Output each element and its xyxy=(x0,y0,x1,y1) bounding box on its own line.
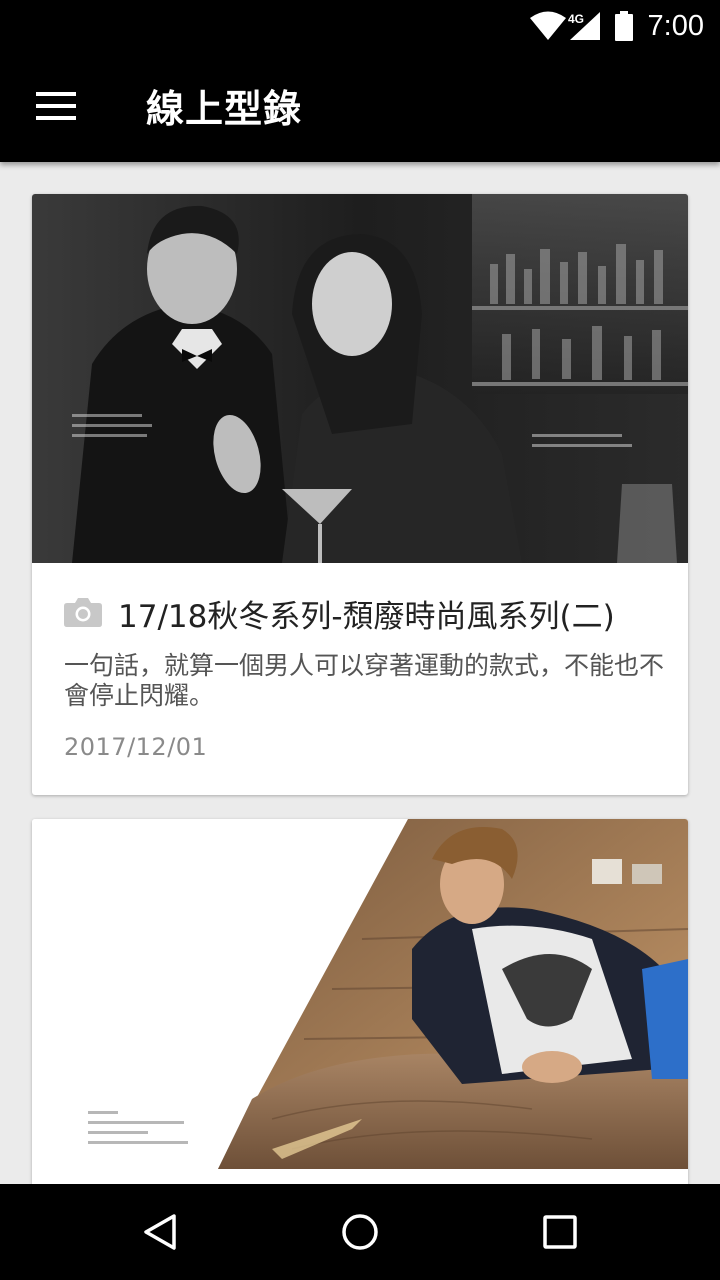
catalog-cover-image[interactable] xyxy=(32,819,688,1169)
clock: 7:00 xyxy=(647,9,704,42)
catalog-date: 2017/12/01 xyxy=(64,733,208,761)
bar-couple-photo xyxy=(32,194,688,563)
home-button[interactable] xyxy=(320,1202,400,1262)
battery-icon xyxy=(614,11,633,41)
catalog-title: 17/18秋冬系列-頹廢時尚風系列(二) xyxy=(118,599,615,635)
catalog-card[interactable]: 17/18秋冬系列-頹廢時尚風系列(二) 一句話，就算一個男人可以穿著運動的款式… xyxy=(32,194,688,795)
cellular-signal-icon: 4G xyxy=(568,12,600,40)
catalog-card[interactable] xyxy=(32,819,688,1184)
back-button[interactable] xyxy=(120,1202,200,1262)
status-bar: 4G 7:00 xyxy=(0,0,720,50)
page-title: 線上型錄 xyxy=(146,87,303,131)
wifi-icon xyxy=(529,11,566,40)
back-icon xyxy=(144,1214,176,1250)
menu-button[interactable] xyxy=(20,70,92,142)
recent-apps-button[interactable] xyxy=(520,1202,600,1262)
network-type-label: 4G xyxy=(568,12,584,26)
recent-apps-icon xyxy=(543,1215,577,1249)
home-icon xyxy=(342,1214,378,1250)
catalog-card-body: 17/18秋冬系列-頹廢時尚風系列(二) 一句話，就算一個男人可以穿著運動的款式… xyxy=(32,563,688,795)
catalog-list[interactable]: 17/18秋冬系列-頹廢時尚風系列(二) 一句話，就算一個男人可以穿著運動的款式… xyxy=(0,162,720,1184)
camera-icon xyxy=(64,598,102,627)
catalog-cover-image[interactable] xyxy=(32,194,688,563)
hamburger-menu-icon xyxy=(36,92,76,120)
reclining-man-photo xyxy=(32,819,688,1169)
catalog-description: 一句話，就算一個男人可以穿著運動的款式，不能也不會停止閃耀。 xyxy=(64,651,665,710)
system-nav-bar xyxy=(0,1184,720,1280)
app-bar: 線上型錄 xyxy=(0,50,720,162)
status-icons: 4G 7:00 xyxy=(529,8,704,44)
